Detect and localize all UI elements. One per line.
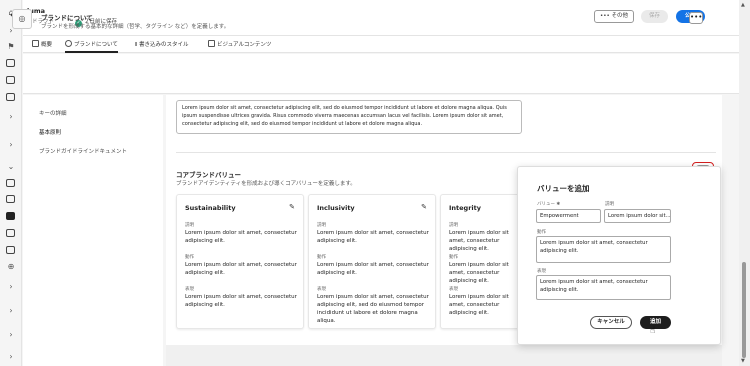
tab-label: 概要 bbox=[41, 42, 53, 48]
grid-icon bbox=[32, 40, 39, 47]
desc-input[interactable]: Lorem ipsum dolor sit... bbox=[604, 209, 671, 223]
image-icon bbox=[208, 40, 215, 47]
card-action: Lorem ipsum dolor sit amet, consectetur … bbox=[185, 262, 297, 276]
assets-icon[interactable] bbox=[6, 178, 16, 188]
chevron-right-icon[interactable]: › bbox=[6, 282, 16, 292]
mouse-pointer-icon: ☝ bbox=[650, 326, 656, 336]
dialog-title: バリューを追加 bbox=[537, 184, 590, 193]
save-button[interactable]: 保存 bbox=[641, 10, 668, 23]
nav-item-guidelines-doc[interactable]: ブランドガイドラインドキュメント bbox=[39, 147, 127, 155]
section-header bbox=[23, 54, 739, 94]
desc-field-label: 説明 bbox=[605, 202, 614, 207]
card-expr-label: 表現 bbox=[449, 287, 458, 292]
card-expr: Lorem ipsum dolor sit amet, consectetur … bbox=[317, 294, 429, 324]
section-more-button[interactable]: ••• bbox=[689, 12, 703, 24]
card-title: Sustainability bbox=[185, 204, 236, 212]
left-rail: ⌂ › ⚑ › › ⌄ ⊕ › › › › bbox=[0, 0, 22, 366]
card-expr: Lorem ipsum dolor sit amet, consectetur … bbox=[449, 294, 509, 316]
value-input[interactable]: Empowerment bbox=[536, 209, 601, 223]
chart-icon[interactable] bbox=[6, 58, 16, 68]
expr-textarea[interactable]: Lorem ipsum dolor sit amet, consectetur … bbox=[536, 275, 671, 300]
megaphone-icon[interactable]: ⚑ bbox=[6, 42, 16, 52]
card-desc: Lorem ipsum dolor sit amet, consectetur … bbox=[317, 230, 429, 244]
scrollbar-thumb[interactable] bbox=[742, 262, 746, 358]
card-action-label: 動作 bbox=[185, 255, 194, 260]
globe-icon[interactable]: ⊕ bbox=[6, 262, 16, 272]
expr-field-label: 表現 bbox=[537, 269, 546, 274]
section-nav: キーの詳細 基本原則 ブランドガイドラインドキュメント bbox=[23, 95, 163, 366]
card-desc: Lorem ipsum dolor sit amet, consectetur … bbox=[449, 230, 509, 252]
scroll-up-icon[interactable]: ▲ bbox=[741, 2, 745, 8]
section-subtitle: ブランドを形成する基本的な詳細（哲学、タグライン など）を定義します。 bbox=[41, 24, 230, 30]
core-values-title: コアブランドバリュー bbox=[176, 171, 241, 179]
add-button[interactable]: 追加 bbox=[640, 316, 671, 329]
tab-about-brand[interactable]: ブランドについて bbox=[65, 40, 118, 53]
chevron-right-icon[interactable]: › bbox=[6, 330, 16, 340]
divider bbox=[176, 152, 716, 153]
card-desc: Lorem ipsum dolor sit amet, consectetur … bbox=[185, 230, 297, 244]
value-card[interactable]: Inclusivity ✎ 説明 Lorem ipsum dolor sit a… bbox=[308, 194, 436, 329]
card-action-label: 動作 bbox=[317, 255, 326, 260]
card-title: Integrity bbox=[449, 204, 481, 212]
value-field-label: バリュー ✱ bbox=[537, 202, 561, 207]
tab-visual-content[interactable]: ビジュアルコンテンツ bbox=[208, 40, 271, 53]
more-button[interactable]: ••• その他 bbox=[594, 10, 634, 23]
chevron-right-icon[interactable]: › bbox=[6, 352, 16, 362]
offers-icon[interactable] bbox=[6, 228, 16, 238]
card-desc-label: 説明 bbox=[185, 223, 194, 228]
channels-icon[interactable] bbox=[6, 245, 16, 255]
target-icon: ◎ bbox=[12, 9, 32, 29]
scroll-down-icon[interactable]: ▼ bbox=[741, 358, 745, 364]
tab-label: 書き込みのスタイル bbox=[139, 42, 189, 48]
description-textarea[interactable]: Lorem ipsum dolor sit amet, consectetur … bbox=[176, 100, 522, 134]
journey-icon[interactable] bbox=[6, 75, 16, 85]
chevron-right-icon[interactable]: › bbox=[6, 112, 16, 122]
card-title: Inclusivity bbox=[317, 204, 355, 212]
tab-writing-style[interactable]: I 書き込みのスタイル bbox=[135, 40, 189, 53]
card-action: Lorem ipsum dolor sit amet, consectetur … bbox=[317, 262, 429, 276]
card-desc-label: 説明 bbox=[449, 223, 458, 228]
card-desc-label: 説明 bbox=[317, 223, 326, 228]
chevron-right-icon[interactable]: › bbox=[6, 306, 16, 316]
nav-item-basic-principles[interactable]: 基本原則 bbox=[39, 128, 61, 136]
card-expr-label: 表現 bbox=[317, 287, 326, 292]
brands-icon[interactable] bbox=[6, 211, 16, 221]
value-card[interactable]: Sustainability ✎ 説明 Lorem ipsum dolor si… bbox=[176, 194, 304, 329]
text-cursor-icon: I bbox=[135, 42, 138, 48]
tab-bar: 概要 ブランドについて I 書き込みのスタイル ビジュアルコンテンツ bbox=[23, 36, 739, 53]
pencil-icon[interactable]: ✎ bbox=[289, 203, 295, 211]
action-field-label: 動作 bbox=[537, 230, 546, 235]
nav-item-key-details[interactable]: キーの詳細 bbox=[39, 109, 67, 117]
card-expr: Lorem ipsum dolor sit amet, consectetur … bbox=[185, 294, 297, 308]
cancel-button[interactable]: キャンセル bbox=[590, 316, 632, 329]
core-values-subtitle: ブランドアイデンティティを形成および導くコアバリューを定義します。 bbox=[176, 181, 356, 187]
tab-label: ビジュアルコンテンツ bbox=[217, 42, 272, 48]
fragments-icon[interactable] bbox=[6, 194, 16, 204]
target-icon bbox=[65, 40, 72, 47]
chevron-down-icon[interactable]: ⌄ bbox=[6, 162, 16, 172]
tab-overview[interactable]: 概要 bbox=[32, 40, 52, 53]
tab-label: ブランドについて bbox=[74, 42, 118, 48]
card-action: Lorem ipsum dolor sit amet, consectetur … bbox=[449, 262, 509, 284]
pencil-icon[interactable]: ✎ bbox=[421, 203, 427, 211]
action-textarea[interactable]: Lorem ipsum dolor sit amet, consectetur … bbox=[536, 236, 671, 263]
card-action-label: 動作 bbox=[449, 255, 458, 260]
chevron-right-icon[interactable]: › bbox=[6, 140, 16, 150]
card-expr-label: 表現 bbox=[185, 287, 194, 292]
section-title: ブランドについて bbox=[41, 14, 93, 22]
document-icon[interactable] bbox=[6, 92, 16, 102]
